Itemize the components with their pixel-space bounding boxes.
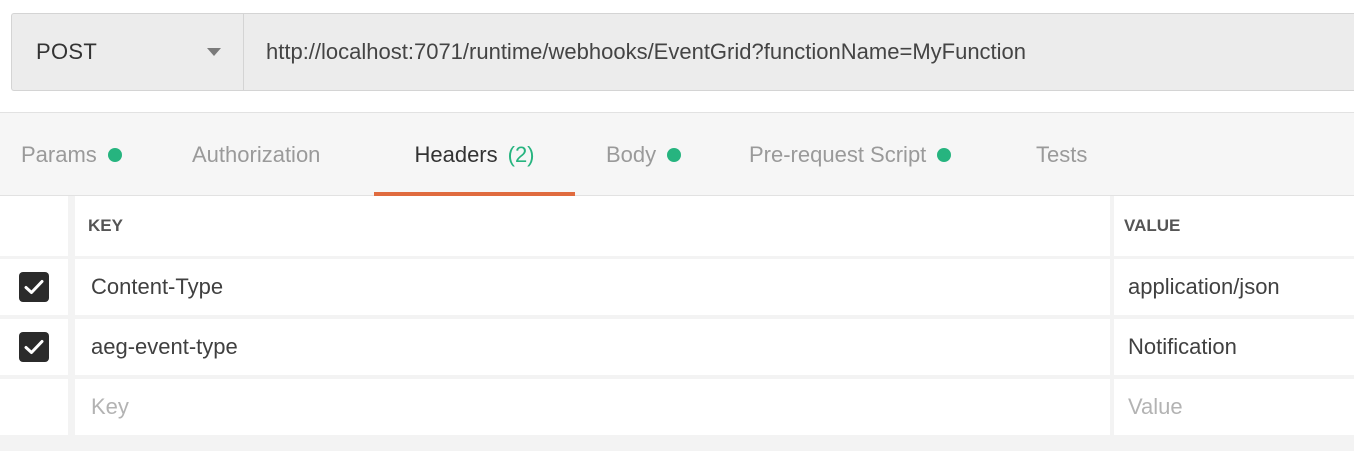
url-input[interactable] <box>244 14 1354 90</box>
header-key-cell[interactable]: aeg-event-type <box>75 319 1110 375</box>
tab-pre-request-script[interactable]: Pre-request Script <box>749 113 952 196</box>
header-value-cell[interactable]: application/json <box>1114 259 1354 315</box>
table-row: Content-Type application/json <box>0 259 1354 315</box>
tab-tests-label: Tests <box>1036 141 1088 167</box>
header-check-cell <box>0 196 68 256</box>
checkmark-icon <box>24 340 44 354</box>
value-column-header: VALUE <box>1114 196 1354 256</box>
table-row: aeg-event-type Notification <box>0 319 1354 375</box>
header-key-cell[interactable]: Content-Type <box>75 259 1110 315</box>
new-key-input[interactable]: Key <box>75 379 1110 435</box>
tab-params[interactable]: Params <box>21 113 122 196</box>
header-enabled-checkbox[interactable] <box>19 332 49 362</box>
header-key: Content-Type <box>91 274 224 299</box>
tab-headers-label: Headers <box>414 141 498 167</box>
tab-tests[interactable]: Tests <box>1036 113 1087 196</box>
chevron-down-icon <box>207 48 221 56</box>
tab-authorization[interactable]: Authorization <box>192 113 320 196</box>
header-enabled-checkbox[interactable] <box>19 272 49 302</box>
tab-body-indicator-dot <box>667 147 682 162</box>
tab-headers[interactable]: Headers (2) <box>374 113 575 196</box>
header-value-cell[interactable]: Notification <box>1114 319 1354 375</box>
request-editor: POST Params Authorization Headers (2) Bo… <box>0 0 1354 451</box>
tab-pre-request-script-label: Pre-request Script <box>749 141 927 167</box>
request-tabs: Params Authorization Headers (2) Body Pr… <box>0 112 1354 196</box>
row-check-cell <box>0 379 68 435</box>
row-check-cell <box>0 259 68 315</box>
tab-authorization-label: Authorization <box>192 141 321 167</box>
method-label: POST <box>36 39 98 64</box>
tab-body-label: Body <box>606 141 657 167</box>
header-value: application/json <box>1128 274 1280 299</box>
tab-params-label: Params <box>21 141 97 167</box>
request-bar: POST <box>11 13 1354 91</box>
tab-body[interactable]: Body <box>606 113 682 196</box>
key-placeholder: Key <box>91 394 129 419</box>
tab-params-indicator-dot <box>107 147 122 162</box>
tab-headers-count: (2) <box>507 141 535 167</box>
key-column-header: KEY <box>75 196 1110 256</box>
headers-table: KEY VALUE Content-Type application/json <box>0 196 1354 451</box>
new-value-input[interactable]: Value <box>1114 379 1354 435</box>
checkmark-icon <box>24 280 44 294</box>
header-value: Notification <box>1128 334 1237 359</box>
tab-pre-request-script-indicator-dot <box>937 147 952 162</box>
row-check-cell <box>0 319 68 375</box>
header-key: aeg-event-type <box>91 334 238 359</box>
new-header-row: Key Value <box>0 379 1354 435</box>
method-select[interactable]: POST <box>12 14 244 90</box>
table-header-row: KEY VALUE <box>0 196 1354 256</box>
value-placeholder: Value <box>1128 394 1183 419</box>
